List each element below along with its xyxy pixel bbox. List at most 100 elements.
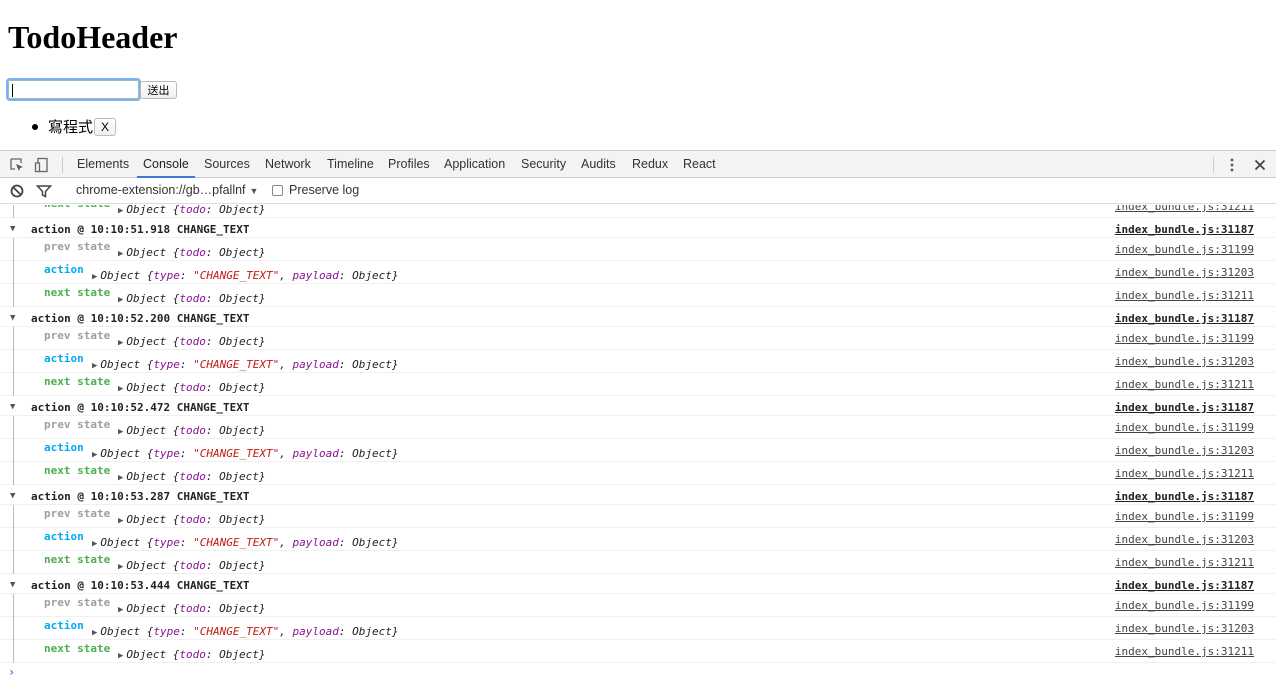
source-link[interactable]: index_bundle.js:31199	[1115, 243, 1254, 256]
object-preview[interactable]: ▶ Object {type: "CHANGE_TEXT", payload: O…	[92, 625, 398, 638]
object-preview[interactable]: ▶ Object {type: "CHANGE_TEXT", payload: O…	[92, 358, 398, 371]
source-link[interactable]: index_bundle.js:31211	[1115, 556, 1254, 569]
collapse-triangle-icon[interactable]: ▼	[10, 402, 15, 412]
source-link[interactable]: index_bundle.js:31199	[1115, 510, 1254, 523]
object-preview[interactable]: ▶ Object {type: "CHANGE_TEXT", payload: O…	[92, 536, 398, 549]
expand-triangle-icon[interactable]: ▶	[118, 249, 123, 259]
execution-context-value: chrome-extension://gb…pfallnf	[76, 183, 246, 197]
object-string-value: "CHANGE_TEXT"	[193, 358, 280, 371]
log-group-header[interactable]: ▼ action @ 10:10:53.287 CHANGE_TEXT index_…	[0, 485, 1276, 505]
expand-triangle-icon[interactable]: ▶	[92, 272, 97, 282]
group-rail	[13, 373, 14, 396]
expand-triangle-icon[interactable]: ▶	[118, 516, 123, 526]
log-label: next state	[44, 286, 111, 299]
object-key: todo	[179, 602, 206, 615]
group-rail	[13, 551, 14, 574]
expand-triangle-icon[interactable]: ▶	[118, 338, 123, 348]
object-key: type	[153, 447, 180, 460]
source-link[interactable]: index_bundle.js:31203	[1115, 622, 1254, 635]
tab-sources[interactable]: Sources	[198, 151, 256, 178]
todo-text-input[interactable]	[8, 80, 139, 99]
source-link[interactable]: index_bundle.js:31187	[1115, 312, 1254, 325]
log-group-header[interactable]: ▼ action @ 10:10:51.918 CHANGE_TEXT index_…	[0, 218, 1276, 238]
delete-todo-button[interactable]: X	[94, 117, 117, 136]
expand-triangle-icon[interactable]: ▶	[118, 206, 123, 216]
more-vert-icon[interactable]	[1224, 157, 1240, 173]
tab-security[interactable]: Security	[515, 151, 572, 178]
object-preview[interactable]: ▶ Object {todo: Object}	[118, 424, 266, 437]
source-link[interactable]: index_bundle.js:31203	[1115, 444, 1254, 457]
source-link[interactable]: index_bundle.js:31203	[1115, 266, 1254, 279]
tab-audits[interactable]: Audits	[575, 151, 622, 178]
tab-timeline[interactable]: Timeline	[321, 151, 380, 178]
object-key: todo	[179, 648, 206, 661]
object-preview[interactable]: ▶ Object {todo: Object}	[118, 246, 266, 259]
source-link[interactable]: index_bundle.js:31203	[1115, 355, 1254, 368]
execution-context-select[interactable]: chrome-extension://gb…pfallnf ▼	[76, 183, 258, 197]
preserve-log-checkbox[interactable]	[272, 184, 283, 196]
collapse-triangle-icon[interactable]: ▼	[10, 313, 15, 323]
object-preview[interactable]: ▶ Object {todo: Object}	[118, 602, 266, 615]
object-preview[interactable]: ▶ Object {todo: Object}	[118, 648, 266, 661]
object-preview[interactable]: ▶ Object {todo: Object}	[118, 559, 266, 572]
expand-triangle-icon[interactable]: ▶	[118, 427, 123, 437]
source-link[interactable]: index_bundle.js:31199	[1115, 599, 1254, 612]
source-link[interactable]: index_bundle.js:31187	[1115, 223, 1254, 236]
object-key: todo	[179, 381, 206, 394]
object-preview[interactable]: ▶ Object {type: "CHANGE_TEXT", payload: O…	[92, 269, 398, 282]
expand-triangle-icon[interactable]: ▶	[118, 651, 123, 661]
collapse-triangle-icon[interactable]: ▼	[10, 580, 15, 590]
object-preview[interactable]: ▶ Object {todo: Object}	[118, 513, 266, 526]
log-group-header[interactable]: ▼ action @ 10:10:52.200 CHANGE_TEXT index_…	[0, 307, 1276, 327]
source-link[interactable]: index_bundle.js:31199	[1115, 421, 1254, 434]
console-prompt-icon[interactable]: ›	[8, 665, 15, 679]
tab-react[interactable]: React	[677, 151, 722, 178]
inspect-element-icon[interactable]	[9, 157, 25, 173]
tab-elements[interactable]: Elements	[71, 151, 135, 178]
tab-network[interactable]: Network	[259, 151, 317, 178]
tab-redux[interactable]: Redux	[626, 151, 674, 178]
source-link[interactable]: index_bundle.js:31199	[1115, 332, 1254, 345]
source-link[interactable]: index_bundle.js:31187	[1115, 401, 1254, 414]
log-group-header[interactable]: ▼ action @ 10:10:53.444 CHANGE_TEXT index_…	[0, 574, 1276, 594]
source-link[interactable]: index_bundle.js:31211	[1115, 289, 1254, 302]
object-preview[interactable]: ▶ Object {todo: Object}	[118, 292, 266, 305]
preserve-log-toggle[interactable]: Preserve log	[272, 183, 359, 197]
expand-triangle-icon[interactable]: ▶	[118, 605, 123, 615]
submit-button[interactable]: 送出	[140, 81, 177, 99]
log-group-header[interactable]: ▼ action @ 10:10:52.472 CHANGE_TEXT index_…	[0, 396, 1276, 416]
expand-triangle-icon[interactable]: ▶	[118, 295, 123, 305]
expand-triangle-icon[interactable]: ▶	[118, 562, 123, 572]
log-group-title: action @ 10:10:52.200 CHANGE_TEXT	[31, 312, 250, 325]
tab-application[interactable]: Application	[438, 151, 511, 178]
expand-triangle-icon[interactable]: ▶	[118, 473, 123, 483]
source-link[interactable]: index_bundle.js:31187	[1115, 490, 1254, 503]
close-icon[interactable]	[1252, 157, 1268, 173]
expand-triangle-icon[interactable]: ▶	[92, 539, 97, 549]
source-link[interactable]: index_bundle.js:31203	[1115, 533, 1254, 546]
object-preview[interactable]: ▶ Object {todo: Object}	[118, 381, 266, 394]
object-preview[interactable]: ▶ Object {type: "CHANGE_TEXT", payload: O…	[92, 447, 398, 460]
source-link[interactable]: index_bundle.js:31211	[1115, 467, 1254, 480]
tab-console[interactable]: Console	[137, 151, 195, 178]
collapse-triangle-icon[interactable]: ▼	[10, 491, 15, 501]
source-link[interactable]: index_bundle.js:31187	[1115, 579, 1254, 592]
tab-profiles[interactable]: Profiles	[382, 151, 436, 178]
object-preview[interactable]: ▶ Object {todo: Object}	[118, 205, 266, 216]
log-entry: action ▶ Object {type: "CHANGE_TEXT", payl…	[0, 261, 1276, 284]
source-link[interactable]: index_bundle.js:31211	[1115, 205, 1254, 213]
group-rail	[13, 505, 14, 528]
source-link[interactable]: index_bundle.js:31211	[1115, 378, 1254, 391]
object-preview[interactable]: ▶ Object {todo: Object}	[118, 335, 266, 348]
filter-icon[interactable]	[35, 183, 53, 199]
expand-triangle-icon[interactable]: ▶	[92, 450, 97, 460]
text-caret	[12, 84, 13, 97]
object-preview[interactable]: ▶ Object {todo: Object}	[118, 470, 266, 483]
collapse-triangle-icon[interactable]: ▼	[10, 224, 15, 234]
device-mode-icon[interactable]	[34, 157, 50, 173]
source-link[interactable]: index_bundle.js:31211	[1115, 645, 1254, 658]
expand-triangle-icon[interactable]: ▶	[118, 384, 123, 394]
expand-triangle-icon[interactable]: ▶	[92, 628, 97, 638]
clear-console-icon[interactable]	[9, 183, 25, 199]
expand-triangle-icon[interactable]: ▶	[92, 361, 97, 371]
